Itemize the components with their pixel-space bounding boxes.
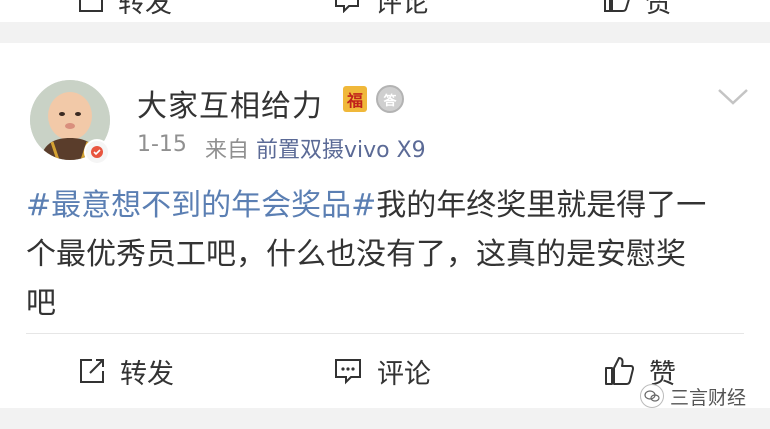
post-date: 1-15 xyxy=(137,132,187,157)
wechat-bubble-icon xyxy=(644,390,660,402)
prev-repost-label: 转发 xyxy=(118,0,172,19)
comment-button[interactable]: 评论 xyxy=(333,351,431,391)
fu-badge-text: 福 xyxy=(346,91,363,110)
comment-label: 评论 xyxy=(377,358,431,390)
repost-icon xyxy=(80,359,104,383)
prev-like-label: 赞 xyxy=(645,0,672,19)
post-card: 大家互相给力 福 答 1-15 来自 前置双摄vivo X9 #最意想不到的年会… xyxy=(0,43,770,408)
medal-icon: 答 xyxy=(376,85,404,113)
watermark-text: 三言财经 xyxy=(670,386,747,409)
previous-post-action-bar: 转发 评论 赞 xyxy=(0,0,770,22)
post-line-3: 吧 xyxy=(26,286,56,321)
repost-icon xyxy=(79,0,103,12)
post-line-1: #最意想不到的年会奖品#我的年终奖里就是得了一 xyxy=(26,181,756,230)
post-line-2: 个最优秀员工吧，什么也没有了，这真的是安慰奖 xyxy=(26,237,686,272)
device-link[interactable]: 前置双摄vivo X9 xyxy=(256,138,426,163)
post-meta: 1-15 来自 前置双摄vivo X9 xyxy=(137,132,426,164)
divider xyxy=(26,333,744,334)
medal-text: 答 xyxy=(383,93,397,109)
watermark: 三言财经 xyxy=(640,382,746,410)
verified-badge xyxy=(84,139,110,165)
comment-icon xyxy=(335,359,361,385)
repost-button[interactable]: 转发 xyxy=(78,351,174,391)
post-text: #最意想不到的年会奖品#我的年终奖里就是得了一 个最优秀员工吧，什么也没有了，这… xyxy=(26,181,756,328)
verified-icon xyxy=(91,146,103,158)
fu-badge-icon: 福 xyxy=(343,86,367,112)
username[interactable]: 大家互相给力 xyxy=(137,81,323,125)
like-icon xyxy=(605,357,634,385)
prev-like-button[interactable]: 赞 xyxy=(603,0,672,19)
repost-label: 转发 xyxy=(120,358,174,390)
post-line-1-text: 我的年终奖里就是得了一 xyxy=(376,188,707,223)
comment-icon xyxy=(335,0,359,13)
prev-comment-label: 评论 xyxy=(375,0,429,19)
like-icon xyxy=(604,0,630,12)
weibo-feed: 转发 评论 赞 大家互相给力 福 答 1-15 来自 前置双摄vivo X9 #… xyxy=(0,0,770,429)
prev-repost-button[interactable]: 转发 xyxy=(78,0,172,19)
wechat-logo-icon xyxy=(640,384,664,408)
source-prefix: 来自 xyxy=(204,138,249,163)
prev-comment-button[interactable]: 评论 xyxy=(333,0,429,19)
chevron-down-icon[interactable] xyxy=(716,87,750,107)
topic-link[interactable]: #最意想不到的年会奖品# xyxy=(26,188,376,223)
